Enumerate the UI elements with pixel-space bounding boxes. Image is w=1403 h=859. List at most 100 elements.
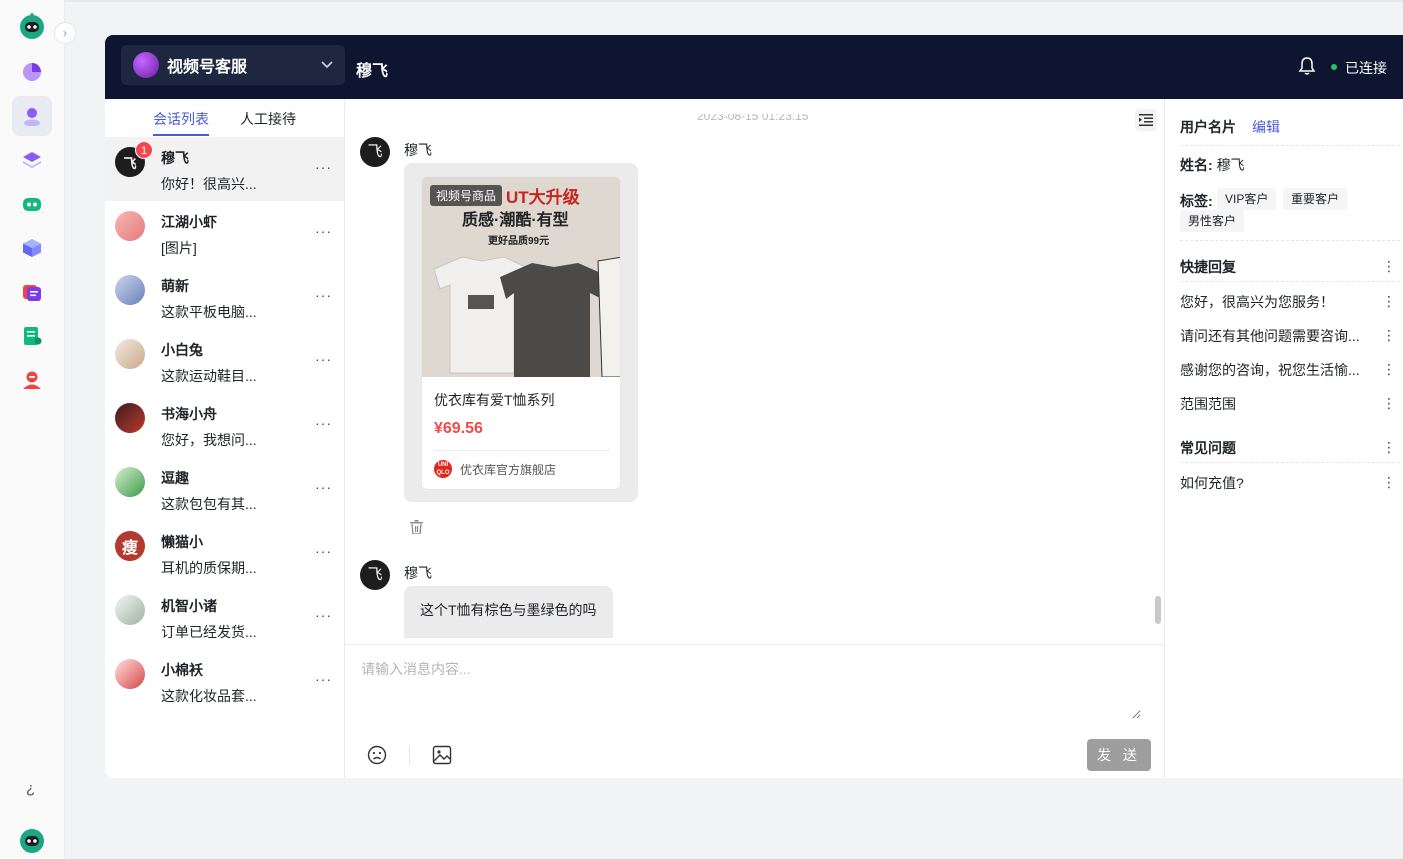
conversation-item[interactable]: 江湖小虾 [图片] ··· — [105, 201, 344, 265]
account-name: 视频号客服 — [167, 59, 248, 76]
quick-reply-item[interactable]: 感谢您的咨询，祝您生活愉... — [1180, 360, 1360, 380]
image-icon[interactable] — [432, 745, 452, 765]
product-tag: 视频号商品 — [430, 185, 503, 206]
top-divider — [65, 0, 1403, 2]
conversation-preview: 你好！很高兴... — [161, 176, 257, 192]
document-icon — [24, 327, 42, 345]
nav-dashboard[interactable] — [12, 52, 52, 92]
section-divider — [1180, 145, 1400, 146]
conversation-tabs: 会话列表 人工接待 — [105, 99, 344, 137]
conversation-name: 逗趣 — [161, 470, 189, 486]
conversation-item[interactable]: 小白兔 这款运动鞋目... ··· — [105, 329, 344, 393]
collapse-sidebar-button[interactable]: › — [54, 22, 76, 44]
conversation-preview: 耳机的质保期... — [161, 560, 257, 576]
product-message: 视频号商品 UT大升级 质感·潮酷·有型 更好品质99元 优衣库有爱T恤系列 ¥… — [404, 163, 638, 502]
service-panel: 视频号客服 穆飞 已连接 会话列表 人工接待 飞 1 穆飞 你好！很高兴... … — [105, 35, 1403, 778]
tag-chip[interactable]: 重要客户 — [1283, 188, 1348, 210]
cube-icon — [23, 239, 41, 257]
message-composer: 发 送 — [345, 644, 1164, 778]
quick-reply-item[interactable]: 范围范围 — [1180, 394, 1236, 414]
nav-customer-service[interactable] — [12, 96, 52, 136]
quick-reply-item[interactable]: 请问还有其他问题需要咨询... — [1180, 326, 1360, 346]
kebab-menu-icon[interactable]: ⋮ — [1382, 362, 1396, 376]
more-options-icon[interactable]: ··· — [315, 223, 332, 239]
connection-status: 已连接 — [1345, 60, 1387, 76]
tab-manual-reception[interactable]: 人工接待 — [240, 109, 296, 129]
more-options-icon[interactable]: ··· — [315, 159, 332, 175]
conversation-item[interactable]: 逗趣 这款包包有其... ··· — [105, 457, 344, 521]
conversation-name: 懒猫小 — [161, 534, 203, 550]
emoji-icon[interactable] — [367, 745, 387, 765]
conversation-item[interactable]: 瘦 懒猫小 耳机的质保期... ··· — [105, 521, 344, 585]
more-options-icon[interactable]: ··· — [315, 607, 332, 623]
nav-agent[interactable] — [12, 360, 52, 400]
conversation-item[interactable]: 书海小舟 您好，我想问... ··· — [105, 393, 344, 457]
avatar — [115, 403, 145, 433]
nav-layers[interactable] — [12, 140, 52, 180]
avatar — [115, 275, 145, 305]
account-selector[interactable]: 视频号客服 — [121, 45, 345, 85]
section-divider — [1180, 462, 1400, 463]
conversation-preview: 这款包包有其... — [161, 496, 257, 512]
tag-chip[interactable]: VIP客户 — [1217, 188, 1277, 210]
active-tab-indicator — [153, 134, 209, 136]
trash-icon[interactable] — [410, 520, 423, 534]
more-options-icon[interactable]: ··· — [315, 351, 332, 367]
account-avatar — [133, 52, 159, 78]
more-options-icon[interactable]: ··· — [315, 415, 332, 431]
message-input[interactable] — [361, 659, 1141, 719]
kebab-menu-icon[interactable]: ⋮ — [1382, 396, 1396, 410]
nav-box[interactable] — [12, 228, 52, 268]
user-card-title: 用户名片 — [1180, 119, 1236, 135]
bell-icon[interactable] — [1298, 56, 1316, 76]
shop-logo: UNI QLO — [434, 460, 452, 478]
faq-item[interactable]: 如何充值? — [1180, 473, 1244, 493]
conversation-item[interactable]: 萌新 这款平板电脑... ··· — [105, 265, 344, 329]
kebab-menu-icon[interactable]: ⋮ — [1382, 328, 1396, 342]
robot-logo-icon[interactable] — [18, 12, 46, 40]
toggle-outline-button[interactable] — [1135, 109, 1157, 131]
kebab-menu-icon[interactable]: ⋮ — [1382, 440, 1396, 454]
avatar — [115, 595, 145, 625]
kebab-menu-icon[interactable]: ⋮ — [1382, 294, 1396, 308]
promo-headline: UT大升级 — [506, 188, 580, 207]
online-indicator — [1331, 64, 1337, 70]
send-button[interactable]: 发 送 — [1087, 739, 1151, 771]
conversation-item[interactable]: 小棉袄 这款化妆品套... ··· — [105, 649, 344, 713]
sender-name: 穆飞 — [404, 142, 432, 158]
tab-conversations[interactable]: 会话列表 — [153, 109, 209, 129]
help-icon[interactable]: ¿ — [26, 780, 35, 797]
product-card[interactable]: 视频号商品 UT大升级 质感·潮酷·有型 更好品质99元 优衣库有爱T恤系列 ¥… — [421, 176, 621, 490]
more-options-icon[interactable]: ··· — [315, 287, 332, 303]
avatar: 瘦 — [115, 531, 145, 561]
more-options-icon[interactable]: ··· — [315, 479, 332, 495]
conversation-item[interactable]: 飞 1 穆飞 你好！很高兴... ··· — [105, 137, 344, 201]
shop-name[interactable]: 优衣库官方旗舰店 — [460, 461, 556, 478]
quick-reply-item[interactable]: 您好，很高兴为您服务！ — [1180, 292, 1334, 312]
edit-link[interactable]: 编辑 — [1252, 117, 1280, 137]
avatar — [115, 467, 145, 497]
conversation-name: 萌新 — [161, 278, 189, 294]
more-options-icon[interactable]: ··· — [315, 671, 332, 687]
conversation-item[interactable]: 机智小诸 订单已经发货... ··· — [105, 585, 344, 649]
more-options-icon[interactable]: ··· — [315, 543, 332, 559]
pie-chart-icon — [23, 63, 41, 81]
chat-area: 2023-08-15 01:23:15 飞 穆飞 视频号商品 UT大升级 质感·… — [345, 99, 1164, 778]
user-robot-avatar-icon[interactable] — [18, 826, 46, 854]
kebab-menu-icon[interactable]: ⋮ — [1382, 475, 1396, 489]
kebab-menu-icon[interactable]: ⋮ — [1382, 259, 1396, 273]
message-timestamp: 2023-08-15 01:23:15 — [697, 109, 809, 123]
card-divider — [434, 450, 610, 451]
chat-scrollbar[interactable] — [1155, 596, 1161, 624]
chat-title: 穆飞 — [356, 63, 389, 80]
nav-messages[interactable] — [12, 272, 52, 312]
nav-documents[interactable] — [12, 316, 52, 356]
conversation-preview: 这款运动鞋目... — [161, 368, 257, 384]
user-icon — [24, 108, 40, 126]
chevron-right-icon: › — [63, 26, 67, 40]
conversation-list: 会话列表 人工接待 飞 1 穆飞 你好！很高兴... ··· 江湖小虾 [图片]… — [105, 99, 345, 778]
conversation-name: 穆飞 — [161, 150, 189, 166]
tag-chip[interactable]: 男性客户 — [1180, 210, 1245, 232]
nav-robot[interactable] — [12, 184, 52, 224]
faq-title: 常见问题 — [1180, 440, 1236, 456]
